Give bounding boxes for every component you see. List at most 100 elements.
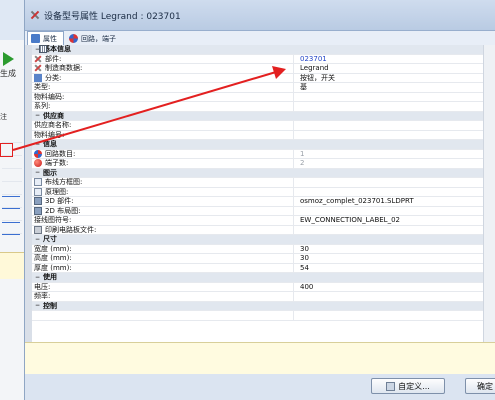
property-row-item-number[interactable]: 物料编号:: [32, 130, 483, 140]
property-label: 制造商数据:: [45, 64, 83, 73]
property-row-frequency[interactable]: 频率:: [32, 292, 483, 302]
property-row-circuits[interactable]: 回路数目: 1: [32, 149, 483, 159]
property-label: 厚度 (mm):: [34, 263, 72, 272]
category-label: 使用: [43, 273, 57, 282]
property-label: 接线图符号:: [34, 216, 72, 225]
property-label: 2D 布局图:: [45, 206, 81, 215]
circuit-icon: [34, 149, 42, 158]
description-panel: [25, 342, 495, 375]
property-row-wiring-symbol[interactable]: 接线图符号: EW_CONNECTION_LABEL_02: [32, 45, 483, 226]
property-value[interactable]: 023701: [294, 55, 327, 63]
background-link[interactable]: [2, 196, 20, 197]
3d-part-icon: [34, 197, 42, 206]
device-properties-dialog: 设备型号属性 Legrand : 023701 属性 回路，端子 − 基本信息 部…: [24, 0, 495, 400]
category-usage[interactable]: − 使用: [32, 273, 483, 283]
grid-scrollbar[interactable]: [483, 45, 495, 342]
property-label: 系列:: [34, 102, 51, 111]
property-value[interactable]: Legrand: [294, 64, 329, 72]
category-supplier[interactable]: − 供应商: [32, 111, 483, 121]
terminal-icon: [34, 159, 42, 168]
category-label: 供应商: [43, 111, 64, 120]
collapse-icon[interactable]: −: [34, 169, 41, 176]
category-label: 基本信息: [43, 45, 71, 54]
property-row-material[interactable]: 物料编码:: [32, 92, 483, 102]
property-row-series[interactable]: 系列:: [32, 102, 483, 112]
annotation-highlight-box: [0, 143, 13, 157]
ok-button[interactable]: 确定: [465, 378, 495, 394]
tab-circuits-label: 回路，端子: [81, 34, 116, 43]
property-label: 高度 (mm):: [34, 254, 72, 263]
property-value: 2: [300, 159, 305, 168]
dialog-footer: 自定义... 确定: [25, 374, 495, 400]
property-value[interactable]: 按钮，开关: [294, 73, 335, 83]
property-label: 物料编码:: [34, 92, 65, 101]
background-link[interactable]: [2, 222, 20, 223]
grid-gutter: [25, 45, 32, 342]
property-value[interactable]: 30: [294, 254, 309, 262]
collapse-icon[interactable]: −: [34, 141, 41, 148]
category-label: 信息: [43, 140, 57, 149]
property-value[interactable]: 30: [294, 245, 309, 253]
property-label: 端子数:: [45, 159, 69, 168]
property-value[interactable]: 54: [294, 264, 309, 272]
run-icon[interactable]: [3, 52, 14, 66]
collapse-icon[interactable]: −: [34, 236, 41, 243]
property-row-part[interactable]: 部件: 023701: [32, 54, 483, 64]
property-label: 回路数目:: [45, 149, 76, 158]
collapse-icon[interactable]: −: [34, 112, 41, 119]
category-dimensions[interactable]: − 尺寸: [32, 235, 483, 245]
background-link[interactable]: [2, 234, 20, 235]
property-row-wiring-block[interactable]: 布线方框图:: [32, 178, 483, 188]
collapse-icon[interactable]: −: [34, 274, 41, 281]
property-row-2d-layout[interactable]: 2D 布局图:: [32, 206, 483, 216]
property-row-width[interactable]: 宽度 (mm): 30: [32, 244, 483, 254]
category-basic[interactable]: − 基本信息: [32, 45, 483, 55]
property-label: 布线方框图:: [45, 178, 83, 187]
property-value[interactable]: EW_CONNECTION_LABEL_02: [294, 216, 400, 224]
property-row-type[interactable]: 类型: 基: [32, 83, 483, 93]
property-row-manufacturer[interactable]: 制造商数据: Legrand: [32, 64, 483, 74]
category-control[interactable]: − 控制: [32, 301, 483, 311]
background-section-label: 注: [0, 113, 7, 121]
collapse-icon[interactable]: −: [34, 302, 41, 309]
device-icon: [29, 9, 41, 21]
property-label: 频率:: [34, 292, 51, 301]
category-label: 图示: [43, 168, 57, 177]
property-row-voltage[interactable]: 电压: 400: [32, 282, 483, 292]
property-label: 3D 部件:: [45, 197, 74, 206]
tab-properties[interactable]: 属性: [27, 31, 64, 45]
generate-label[interactable]: 生成: [0, 68, 16, 79]
property-row-class[interactable]: 分类: 按钮，开关: [32, 73, 483, 83]
property-row-supplier-name[interactable]: 供应商名称:: [32, 121, 483, 131]
property-row-depth[interactable]: 厚度 (mm): 54: [32, 263, 483, 273]
property-value[interactable]: 400: [294, 283, 313, 291]
category-label: 控制: [43, 301, 57, 310]
property-label: 分类:: [45, 73, 62, 82]
property-row-schematic[interactable]: 原理图:: [32, 187, 483, 197]
dialog-titlebar[interactable]: 设备型号属性 Legrand : 023701: [25, 0, 495, 31]
property-row-pcb-file[interactable]: 印刷电路板文件:: [32, 225, 483, 235]
tab-circuits-terminals[interactable]: 回路，端子: [65, 31, 123, 45]
properties-icon: [31, 34, 40, 43]
background-link[interactable]: [2, 208, 20, 209]
property-value[interactable]: 基: [294, 82, 307, 92]
property-row-terminals[interactable]: 端子数: 2: [32, 159, 483, 169]
category-info[interactable]: − 信息: [32, 140, 483, 150]
property-label: 物料编号:: [34, 130, 65, 139]
property-grid[interactable]: − 基本信息 部件: 023701 制造商数据: Legrand 分类: 按钮，开…: [25, 45, 495, 342]
property-label: 原理图:: [45, 187, 69, 196]
category-label: 尺寸: [43, 235, 57, 244]
property-row-partial[interactable]: [32, 311, 483, 321]
part-icon: [34, 55, 42, 63]
ok-button-label: 确定: [477, 381, 493, 391]
customize-button[interactable]: 自定义...: [371, 378, 445, 394]
class-icon: [34, 73, 42, 82]
dialog-title: 设备型号属性 Legrand : 023701: [44, 11, 181, 22]
property-row-3d-part[interactable]: 3D 部件: osmoz_complet_023701.SLDPRT: [32, 197, 483, 207]
background-toolbar: [0, 0, 24, 40]
property-value[interactable]: osmoz_complet_023701.SLDPRT: [294, 197, 414, 205]
wiring-diagram-icon: [34, 178, 42, 187]
property-row-height[interactable]: 高度 (mm): 30: [32, 254, 483, 264]
schematic-icon: [34, 187, 42, 196]
category-graphics[interactable]: − 图示: [32, 168, 483, 178]
